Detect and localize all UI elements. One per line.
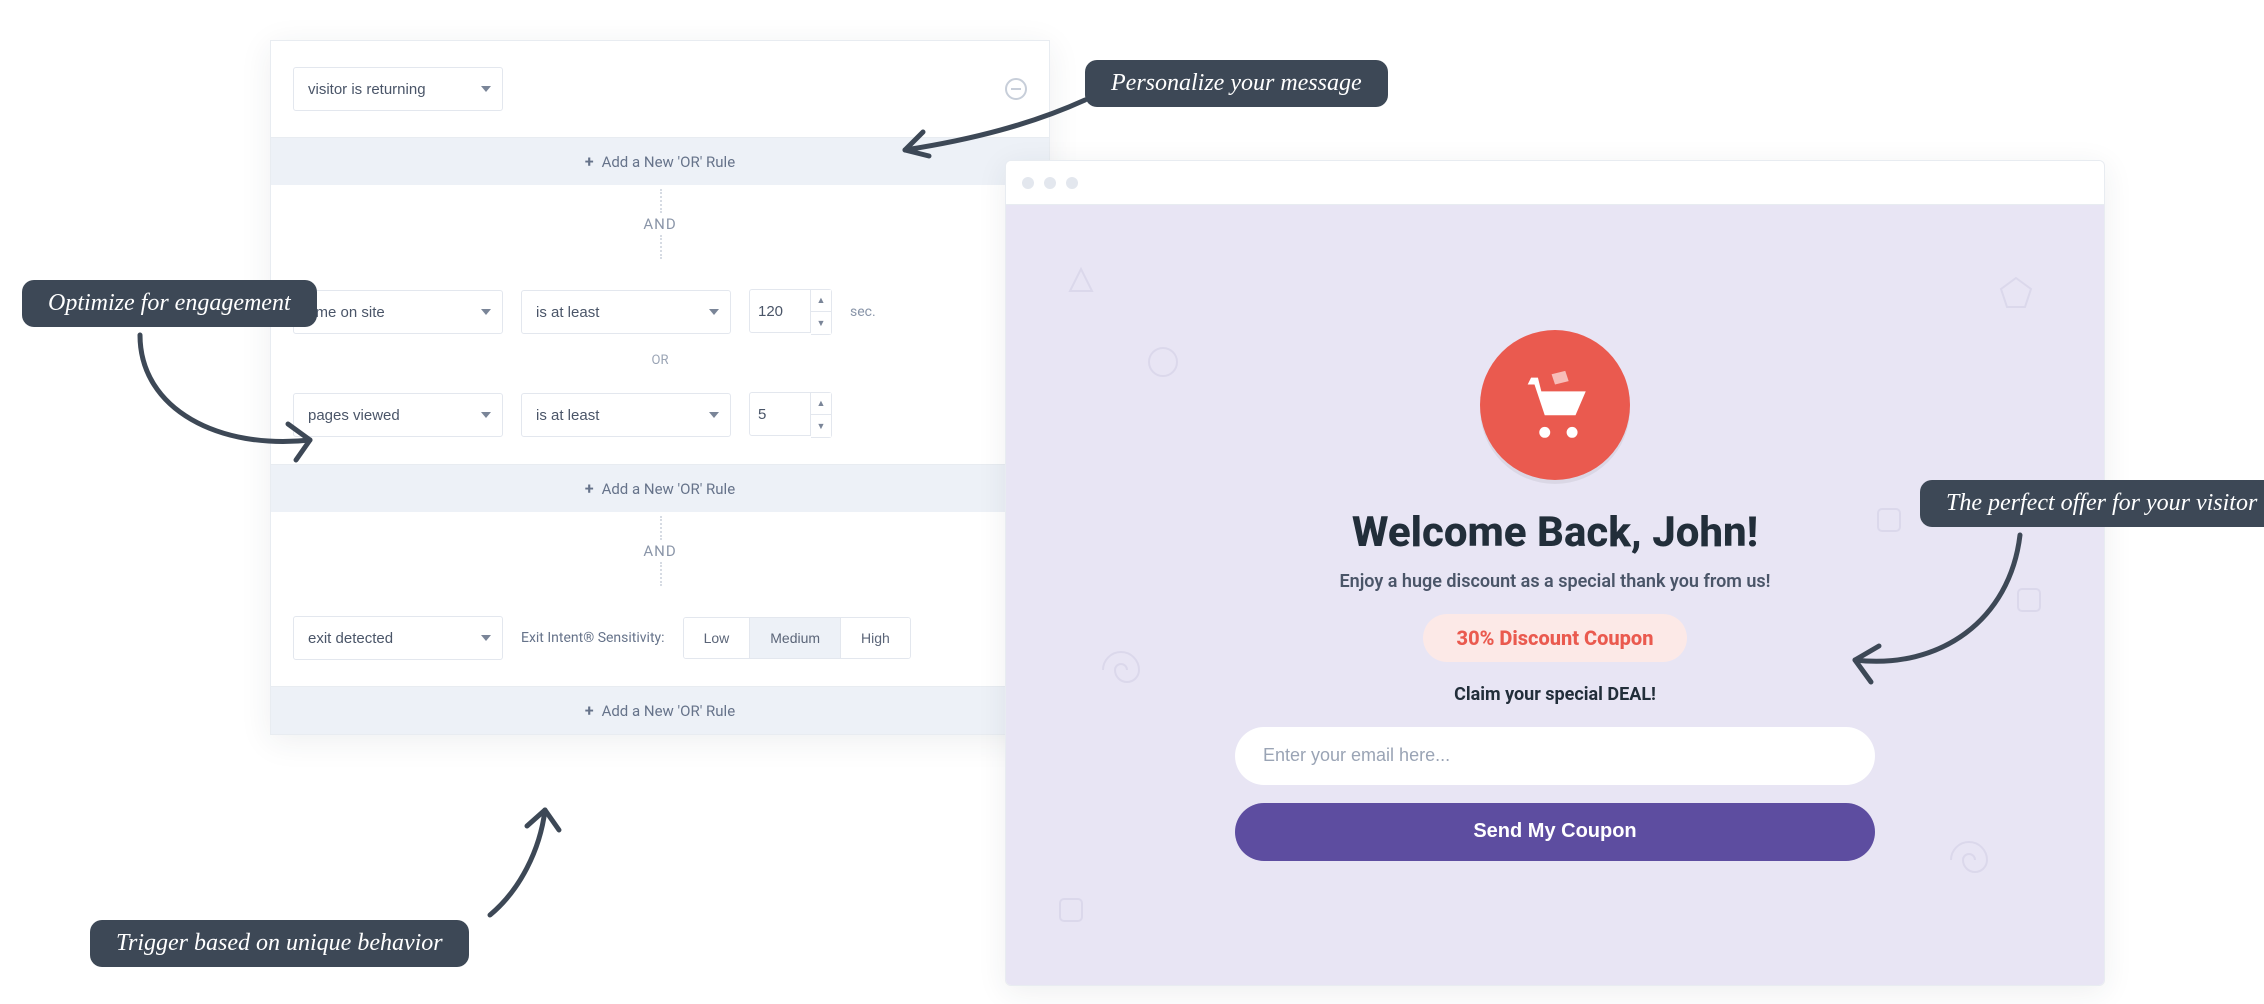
visitor-type-select[interactable]: visitor is returning: [293, 67, 503, 111]
plus-icon: +: [585, 152, 594, 171]
rule-group-3: exit detected Exit Intent® Sensitivity: …: [271, 590, 1049, 687]
plus-icon: +: [585, 701, 594, 720]
select-wrap: visitor is returning: [293, 67, 503, 111]
add-or-rule-button[interactable]: + Add a New 'OR' Rule: [271, 687, 1049, 734]
add-or-label: Add a New 'OR' Rule: [602, 153, 736, 171]
bg-shape-circle: [1146, 345, 1180, 379]
browser-viewport: Welcome Back, John! Enjoy a huge discoun…: [1006, 205, 2104, 985]
number-stepper: ▲ ▼: [749, 392, 832, 438]
send-coupon-button[interactable]: Send My Coupon: [1235, 803, 1875, 861]
bg-shape-spiral: [1944, 835, 1994, 885]
rule-row-pages: pages viewed is at least ▲ ▼: [293, 392, 1027, 438]
time-value-input[interactable]: [749, 289, 811, 333]
rule-row-time: time on site is at least ▲ ▼ sec.: [293, 289, 1027, 335]
or-separator: OR: [293, 349, 1027, 378]
sensitivity-label: Exit Intent® Sensitivity:: [521, 630, 665, 646]
window-dot: [1066, 177, 1078, 189]
step-up-button[interactable]: ▲: [811, 290, 831, 312]
claim-label: Claim your special DEAL!: [1235, 684, 1875, 705]
plus-icon: +: [585, 479, 594, 498]
and-connector: AND: [271, 512, 1049, 590]
callout-perfect-offer: The perfect offer for your visitor: [1920, 480, 2264, 527]
callout-trigger: Trigger based on unique behavior: [90, 920, 469, 967]
add-or-label: Add a New 'OR' Rule: [602, 480, 736, 498]
field-select-exit[interactable]: exit detected: [293, 616, 503, 660]
bg-shape-square: [1056, 895, 1086, 925]
step-down-button[interactable]: ▼: [811, 312, 831, 334]
coupon-pill: 30% Discount Coupon: [1423, 614, 1688, 662]
unit-label: sec.: [850, 304, 876, 320]
offer-popup: Welcome Back, John! Enjoy a huge discoun…: [1235, 330, 1875, 861]
cart-icon: [1514, 364, 1596, 446]
callout-personalize: Personalize your message: [1085, 60, 1388, 107]
remove-rule-button[interactable]: [1005, 78, 1027, 100]
and-connector: AND: [271, 185, 1049, 263]
sensitivity-medium[interactable]: Medium: [749, 618, 840, 658]
step-up-button[interactable]: ▲: [811, 393, 831, 415]
popup-subtitle: Enjoy a huge discount as a special thank…: [1235, 571, 1875, 592]
number-stepper: ▲ ▼: [749, 289, 832, 335]
add-or-label: Add a New 'OR' Rule: [602, 702, 736, 720]
stepper-controls: ▲ ▼: [811, 289, 832, 335]
sensitivity-high[interactable]: High: [840, 618, 910, 658]
window-dot: [1022, 177, 1034, 189]
cart-badge: [1480, 330, 1630, 480]
browser-chrome: [1006, 161, 2104, 205]
callout-optimize: Optimize for engagement: [22, 280, 317, 327]
step-down-button[interactable]: ▼: [811, 415, 831, 437]
pages-value-input[interactable]: [749, 392, 811, 436]
operator-select-pages[interactable]: is at least: [521, 393, 731, 437]
add-or-rule-button[interactable]: + Add a New 'OR' Rule: [271, 465, 1049, 512]
stepper-controls: ▲ ▼: [811, 392, 832, 438]
add-or-rule-button[interactable]: + Add a New 'OR' Rule: [271, 138, 1049, 185]
bg-shape-pentagon: [1998, 275, 2034, 311]
field-select-time[interactable]: time on site: [293, 290, 503, 334]
email-input[interactable]: [1235, 727, 1875, 785]
browser-preview: Welcome Back, John! Enjoy a huge discoun…: [1005, 160, 2105, 986]
bg-shape-square: [2014, 585, 2044, 615]
rule-group-1: visitor is returning: [271, 41, 1049, 138]
popup-title: Welcome Back, John!: [1235, 508, 1875, 557]
window-dot: [1044, 177, 1056, 189]
field-select-pages[interactable]: pages viewed: [293, 393, 503, 437]
arrow-icon: [480, 800, 600, 920]
sensitivity-low[interactable]: Low: [684, 618, 750, 658]
bg-shape-spiral: [1096, 645, 1146, 695]
rule-group-2: time on site is at least ▲ ▼ sec. OR pag…: [271, 263, 1049, 465]
sensitivity-segmented: Low Medium High: [683, 617, 911, 659]
operator-select-time[interactable]: is at least: [521, 290, 731, 334]
bg-shape-square: [1874, 505, 1904, 535]
rules-panel: visitor is returning + Add a New 'OR' Ru…: [270, 40, 1050, 735]
bg-shape-triangle: [1066, 265, 1096, 295]
